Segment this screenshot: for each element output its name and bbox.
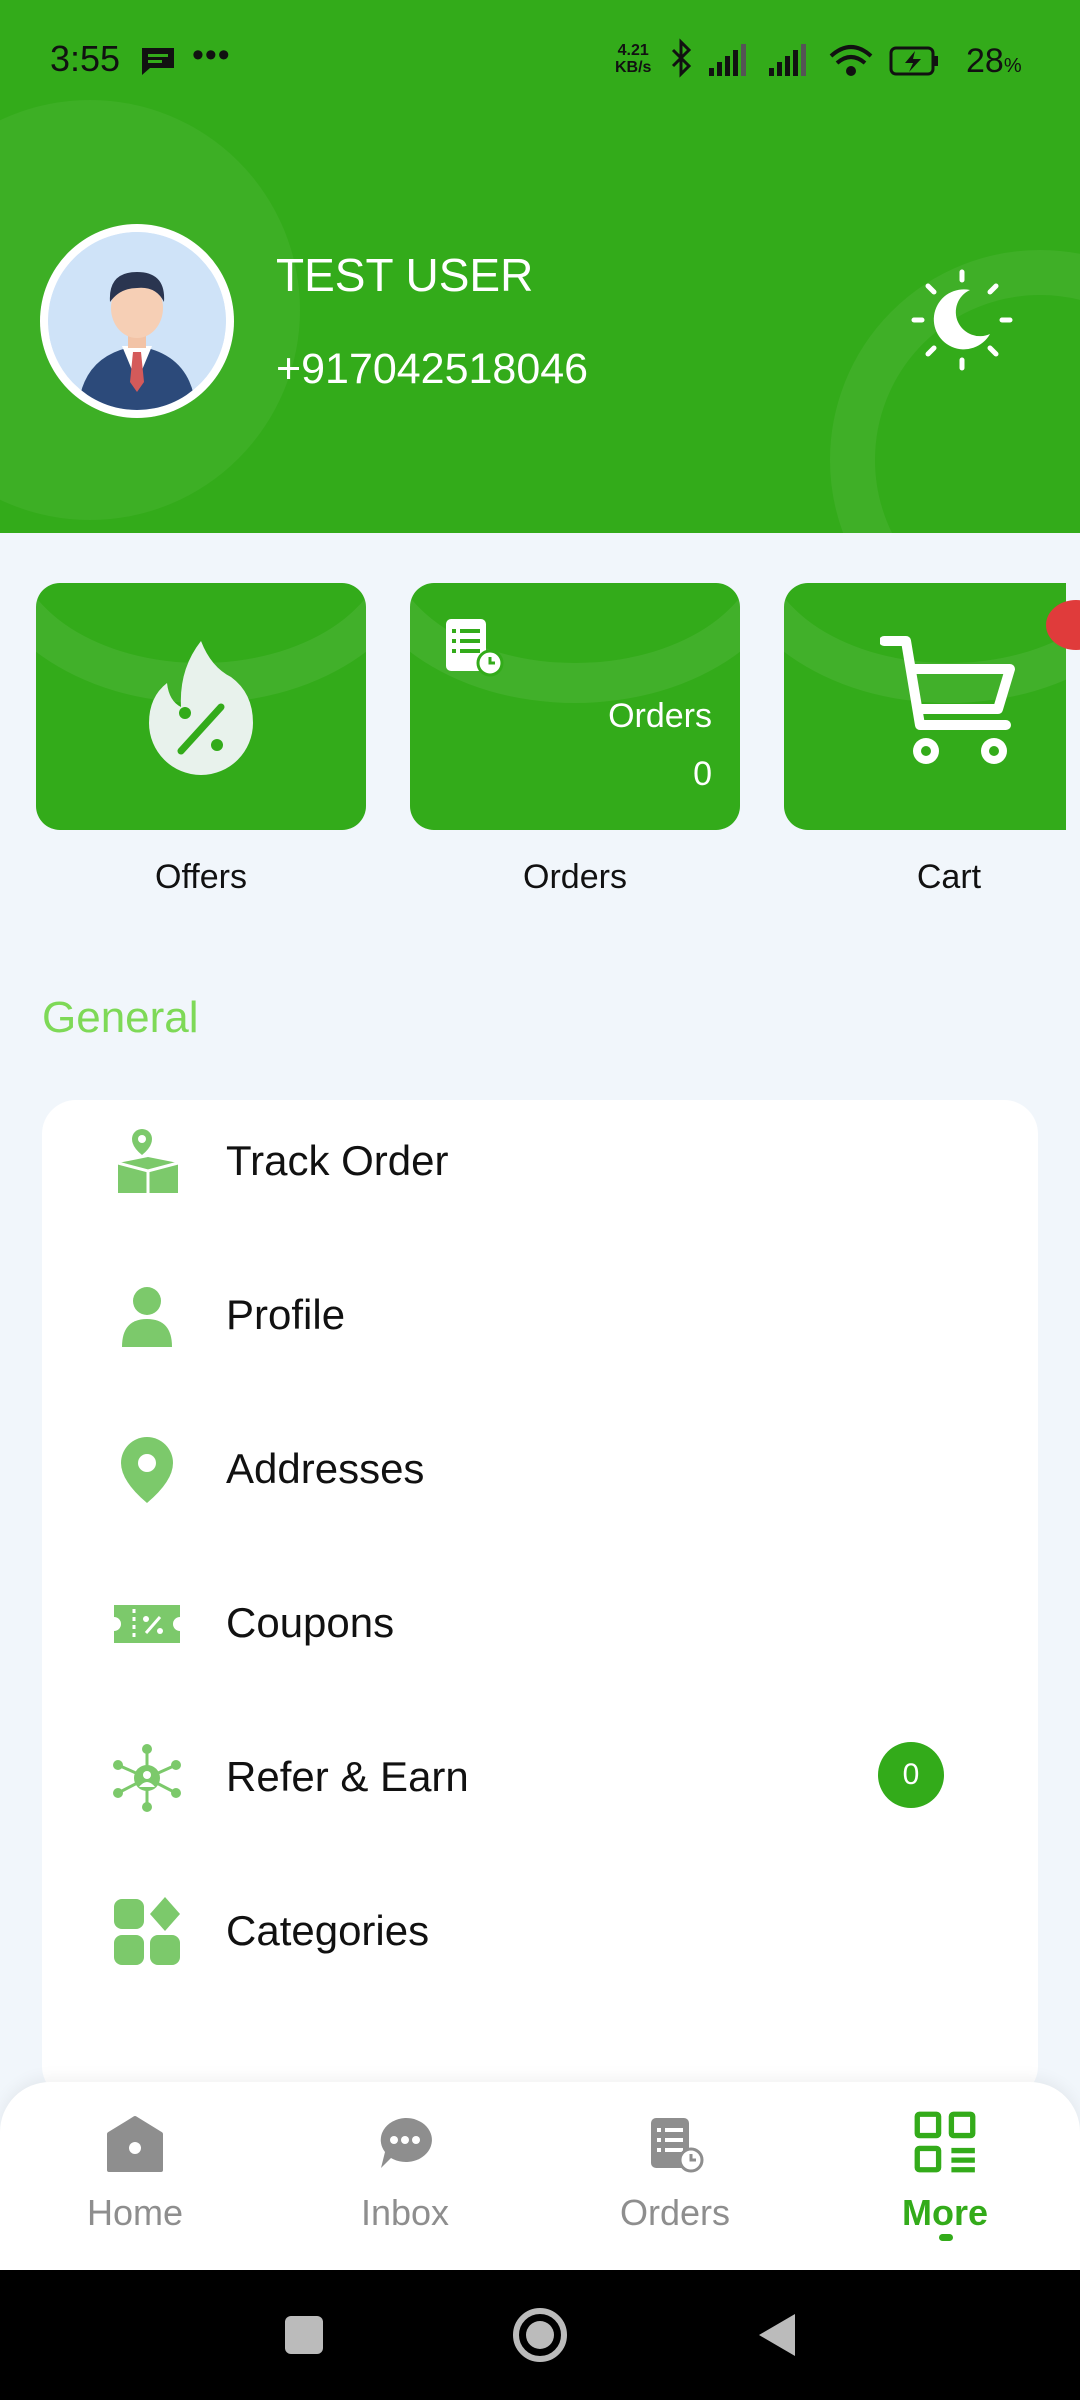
menu-label-refer-earn: Refer & Earn [226,1753,469,1800]
categories-icon [114,1897,180,1965]
menu-label-categories: Categories [226,1907,430,1954]
cart-icon [880,636,1015,764]
refer-earn-count-badge: 0 [878,1742,944,1808]
chat-icon [380,2117,432,2168]
cart-card[interactable] [784,583,1066,830]
status-time: 3:55 [50,38,121,79]
home-icon [107,2116,163,2172]
menu-item-addresses[interactable]: Addresses [42,1409,1038,1529]
offers-label: Offers [155,858,247,896]
menu-item-coupons[interactable]: Coupons [42,1563,1038,1683]
user-phone: +917042518046 [276,345,589,393]
orders-card-title: Orders [608,697,712,735]
menu-item-refer-earn[interactable]: Refer & Earn 0 [42,1717,1038,1837]
nav-item-orders[interactable]: Orders [575,2082,775,2270]
home-button[interactable] [480,2270,600,2400]
wifi-icon [829,45,873,76]
fire-percent-icon [149,641,253,775]
network-speed-value: 4.21 [617,42,649,59]
recent-apps-button[interactable] [243,2270,363,2400]
nav-item-inbox[interactable]: Inbox [305,2082,505,2270]
profile-header: 3:55 ••• 4.21 KB/s 28% TEST USER +917042… [0,0,1080,533]
battery-percent: 28% [966,42,1022,81]
avatar-image [48,232,226,410]
general-menu-card: Track Order Profile Addresses Coupons Re… [42,1100,1038,2100]
battery-percent-value: 28 [966,42,1004,80]
orders-count: 0 [693,755,712,793]
status-bar: 3:55 ••• 4.21 KB/s 28% [0,0,1080,124]
menu-label-addresses: Addresses [226,1445,425,1492]
user-avatar-illustration [48,232,226,410]
battery-icon [889,46,938,76]
system-status-icons [671,38,938,78]
orders-icon [651,2118,704,2173]
orders-list-icon [446,619,504,677]
menu-label-coupons: Coupons [226,1599,395,1646]
location-pin-icon [121,1437,173,1503]
dark-mode-toggle-icon[interactable] [910,268,1014,372]
nav-item-more[interactable]: More [845,2082,1045,2270]
section-title-general: General [42,993,199,1042]
coupon-icon [114,1605,180,1643]
track-order-icon [117,1129,179,1193]
more-notifications-icon: ••• [192,36,231,74]
battery-percent-sign: % [1003,55,1022,77]
bottom-navigation: Home Inbox Orders More [0,2082,1080,2270]
signal-icon-2 [769,44,806,76]
network-icon [113,1744,181,1812]
menu-item-categories[interactable]: Categories [42,1871,1038,1991]
menu-label-track-order: Track Order [226,1137,449,1184]
person-icon [122,1287,172,1347]
message-notification-icon [142,48,174,75]
network-speed-unit: KB/s [615,59,652,76]
network-speed: 4.21 KB/s [615,42,651,76]
grid-more-icon [914,2111,976,2173]
orders-card[interactable]: Orders 0 [410,583,740,830]
nav-item-home[interactable]: Home [35,2082,235,2270]
menu-label-profile: Profile [226,1291,346,1338]
user-name: TEST USER [276,249,534,301]
bluetooth-icon [671,38,692,78]
cart-label: Cart [916,858,982,896]
signal-icon [709,44,746,76]
offers-card[interactable] [36,583,366,830]
menu-item-profile[interactable]: Profile [42,1255,1038,1375]
avatar[interactable] [40,224,234,418]
nav-label-more: More [901,2192,988,2233]
back-button[interactable] [713,2270,833,2400]
system-navigation-bar [0,2270,1080,2400]
orders-label: Orders [523,858,627,896]
menu-item-track-order[interactable]: Track Order [42,1101,1038,1221]
nav-label-home: Home [86,2192,184,2233]
nav-label-inbox: Inbox [360,2192,450,2233]
nav-label-orders: Orders [619,2192,731,2233]
active-tab-indicator [939,2234,953,2241]
